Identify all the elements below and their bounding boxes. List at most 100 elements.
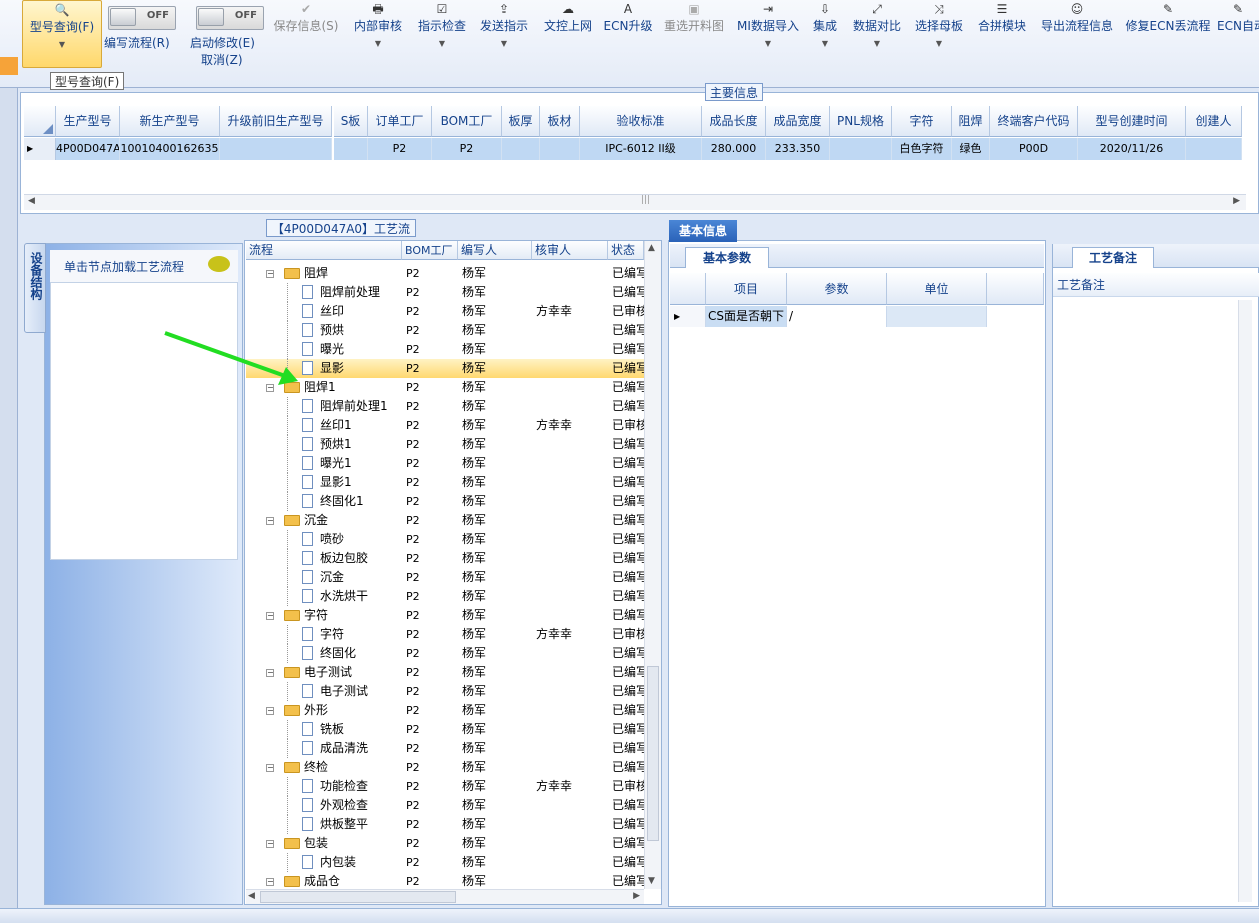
scroll-thumb-grip[interactable]: |||: [641, 195, 650, 205]
scroll-up-icon[interactable]: ▲: [648, 243, 655, 253]
tree-folder-node[interactable]: − 电子测试 P2 杨军 已编写: [246, 663, 644, 682]
main-col-header-3[interactable]: S板: [334, 106, 368, 137]
tree-folder-node[interactable]: − 包装 P2 杨军 已编写: [246, 834, 644, 853]
collapse-toggle-icon[interactable]: −: [266, 707, 274, 715]
ribbon-button-13[interactable]: ✎ 修复ECN丢流程: [1123, 0, 1213, 66]
main-col-header-4[interactable]: 订单工厂: [368, 106, 432, 137]
ribbon-button-10[interactable]: ⤨ 选择母板 ▼: [910, 0, 968, 66]
tree-leaf-node[interactable]: 内包装 P2 杨军 已编写: [246, 853, 644, 872]
tree-folder-node[interactable]: − 沉金 P2 杨军 已编写: [246, 511, 644, 530]
param-unit-cell[interactable]: [887, 306, 987, 327]
ribbon-button-7[interactable]: ⇥ MI数据导入 ▼: [733, 0, 803, 66]
col-header-writer[interactable]: 编写人: [458, 241, 532, 260]
collapse-toggle-icon[interactable]: −: [266, 612, 274, 620]
param-item-cell[interactable]: CS面是否朝下: [706, 306, 787, 327]
tree-leaf-node[interactable]: 预烘1 P2 杨军 已编写: [246, 435, 644, 454]
scroll-left-icon[interactable]: ◀: [248, 891, 255, 901]
collapse-toggle-icon[interactable]: −: [266, 878, 274, 886]
scroll-right-icon[interactable]: ▶: [633, 891, 640, 901]
tree-leaf-node[interactable]: 电子测试 P2 杨军 已编写: [246, 682, 644, 701]
main-cell-11[interactable]: [830, 138, 892, 160]
main-col-header-15[interactable]: 型号创建时间: [1078, 106, 1186, 137]
col-header-bom[interactable]: BOM工厂: [402, 241, 458, 260]
main-col-header-10[interactable]: 成品宽度: [766, 106, 830, 137]
main-col-header-11[interactable]: PNL规格: [830, 106, 892, 137]
ribbon-button-12[interactable]: ☺ 导出流程信息: [1037, 0, 1117, 66]
main-col-header-7[interactable]: 板材: [540, 106, 580, 137]
tree-leaf-node[interactable]: 沉金 P2 杨军 已编写: [246, 568, 644, 587]
main-col-header-8[interactable]: 验收标准: [580, 106, 702, 137]
ribbon-button-6[interactable]: ▣ 重选开料图: [660, 0, 728, 66]
tree-leaf-node[interactable]: 喷砂 P2 杨军 已编写: [246, 530, 644, 549]
tree-leaf-node[interactable]: 曝光1 P2 杨军 已编写: [246, 454, 644, 473]
ribbon-button-4[interactable]: ☁ 文控上网: [540, 0, 596, 66]
collapse-toggle-icon[interactable]: −: [266, 270, 274, 278]
col-header-reviewer[interactable]: 核审人: [532, 241, 608, 260]
tree-leaf-node[interactable]: 字符 P2 杨军 方幸幸 已审核: [246, 625, 644, 644]
col-header-param[interactable]: 参数: [787, 273, 887, 305]
ribbon-button-14[interactable]: ✎ ECN自动: [1217, 0, 1259, 66]
tree-leaf-node[interactable]: 丝印1 P2 杨军 方幸幸 已审核: [246, 416, 644, 435]
tree-leaf-node[interactable]: 阻焊前处理1 P2 杨军 已编写: [246, 397, 644, 416]
col-header-flow[interactable]: 流程: [246, 241, 402, 260]
scroll-left-icon[interactable]: ◀: [28, 196, 35, 206]
flow-hscrollbar[interactable]: ◀ ▶: [246, 889, 644, 904]
main-cell-6[interactable]: [502, 138, 540, 160]
tree-leaf-node[interactable]: 预烘 P2 杨军 已编写: [246, 321, 644, 340]
main-cell-10[interactable]: 233.350: [766, 138, 830, 160]
tree-leaf-node[interactable]: 烘板整平 P2 杨军 已编写: [246, 815, 644, 834]
main-cell-3[interactable]: [334, 138, 368, 160]
main-cell-0[interactable]: 4P00D047A0: [56, 138, 120, 160]
tree-leaf-node[interactable]: 终固化 P2 杨军 已编写: [246, 644, 644, 663]
write-flow-toggle[interactable]: OFF: [108, 6, 176, 30]
tree-leaf-node[interactable]: 丝印 P2 杨军 方幸幸 已审核: [246, 302, 644, 321]
tree-leaf-node[interactable]: 显影 P2 杨军 已编写: [246, 359, 644, 378]
tree-folder-node[interactable]: − 终检 P2 杨军 已编写: [246, 758, 644, 777]
tree-folder-node[interactable]: − 字符 P2 杨军 已编写: [246, 606, 644, 625]
main-cell-13[interactable]: 绿色: [952, 138, 990, 160]
tree-leaf-node[interactable]: 成品清洗 P2 杨军 已编写: [246, 739, 644, 758]
ribbon-button-8[interactable]: ⇩ 集成 ▼: [808, 0, 842, 66]
main-col-header-6[interactable]: 板厚: [502, 106, 540, 137]
main-col-header-9[interactable]: 成品长度: [702, 106, 766, 137]
tree-leaf-node[interactable]: 铣板 P2 杨军 已编写: [246, 720, 644, 739]
collapse-toggle-icon[interactable]: −: [266, 669, 274, 677]
cancel-button[interactable]: 取消(Z): [201, 51, 243, 68]
col-header-unit[interactable]: 单位: [887, 273, 987, 305]
main-cell-14[interactable]: P00D: [990, 138, 1078, 160]
main-cell-7[interactable]: [540, 138, 580, 160]
col-header-item[interactable]: 项目: [706, 273, 787, 305]
ribbon-button-3[interactable]: ⇪ 发送指示 ▼: [476, 0, 532, 66]
main-cell-9[interactable]: 280.000: [702, 138, 766, 160]
main-col-header-16[interactable]: 创建人: [1186, 106, 1242, 137]
tree-leaf-node[interactable]: 外观检查 P2 杨军 已编写: [246, 796, 644, 815]
scroll-right-icon[interactable]: ▶: [1233, 196, 1240, 206]
scroll-thumb[interactable]: [647, 666, 659, 841]
main-col-header-14[interactable]: 终端客户代码: [990, 106, 1078, 137]
tab-basic-info[interactable]: 基本信息: [669, 220, 737, 242]
ribbon-button-1[interactable]: 🖶 内部审核 ▼: [352, 0, 404, 66]
tree-leaf-node[interactable]: 曝光 P2 杨军 已编写: [246, 340, 644, 359]
main-cell-16[interactable]: [1186, 138, 1242, 160]
main-cell-5[interactable]: P2: [432, 138, 502, 160]
tab-basic-params[interactable]: 基本参数: [685, 247, 769, 268]
ribbon-button-11[interactable]: ☰ 合拼模块: [974, 0, 1030, 66]
col-header-status[interactable]: 状态: [608, 241, 644, 260]
flow-vscrollbar[interactable]: ▲ ▼: [644, 241, 661, 889]
main-cell-4[interactable]: P2: [368, 138, 432, 160]
main-cell-15[interactable]: 2020/11/26: [1078, 138, 1186, 160]
tree-leaf-node[interactable]: 终固化1 P2 杨军 已编写: [246, 492, 644, 511]
ribbon-button-2[interactable]: ☑ 指示检查 ▼: [414, 0, 470, 66]
tree-leaf-node[interactable]: 板边包胶 P2 杨军 已编写: [246, 549, 644, 568]
node-hint-bar[interactable]: 单击节点加载工艺流程: [50, 250, 238, 283]
main-col-header-2[interactable]: 升级前旧生产型号: [220, 106, 332, 137]
main-col-header-13[interactable]: 阻焊: [952, 106, 990, 137]
collapse-toggle-icon[interactable]: −: [266, 517, 274, 525]
tree-folder-node[interactable]: − 阻焊1 P2 杨军 已编写: [246, 378, 644, 397]
tree-leaf-node[interactable]: 功能检查 P2 杨军 方幸幸 已审核: [246, 777, 644, 796]
tab-equipment-structure[interactable]: 设备结构: [24, 243, 46, 333]
main-cell-12[interactable]: 白色字符: [892, 138, 952, 160]
main-cell-2[interactable]: [220, 138, 332, 160]
collapse-toggle-icon[interactable]: −: [266, 764, 274, 772]
scroll-thumb[interactable]: [260, 891, 456, 903]
